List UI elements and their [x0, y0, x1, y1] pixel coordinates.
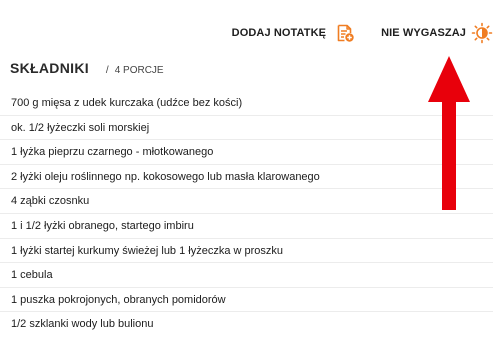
- header-separator: /: [105, 65, 109, 76]
- ingredient-item: 1/2 szklanki wody lub bulionu: [11, 318, 154, 331]
- wake-lock-label: NIE WYGASZAJ: [381, 27, 466, 39]
- ingredients-title: SKŁADNIKI: [10, 60, 89, 76]
- wake-lock-toggle[interactable]: NIE WYGASZAJ: [381, 22, 493, 44]
- ingredient-item: 1 łyżka pieprzu czarnego - młotkowanego: [0, 140, 493, 165]
- top-actions: DODAJ NOTATKĘ NIE WYGASZAJ: [232, 22, 493, 44]
- ingredient-item: 1 i 1/2 łyżki obranego, startego imbiru: [0, 214, 493, 239]
- ingredient-item: ok. 1/2 łyżeczki soli morskiej: [0, 116, 493, 141]
- ingredient-item: 1 cebula: [0, 263, 493, 288]
- ingredient-item: 1 łyżki startej kurkumy świeżej lub 1 ły…: [0, 239, 493, 264]
- ingredients-header: SKŁADNIKI / 4 PORCJE: [10, 60, 493, 78]
- note-add-icon: [337, 24, 354, 42]
- half-sun-icon: [471, 22, 493, 44]
- ingredient-item: 4 ząbki czosnku: [0, 189, 493, 214]
- add-note-button[interactable]: DODAJ NOTATKĘ: [232, 23, 355, 43]
- ingredient-item: 2 łyżki oleju roślinnego np. kokosowego …: [0, 165, 493, 190]
- ingredient-item: 700 g mięsa z udek kurczaka (udźce bez k…: [0, 91, 493, 116]
- ingredient-item: 1 puszka pokrojonych, obranych pomidorów: [0, 288, 493, 313]
- ingredients-list: 700 g mięsa z udek kurczaka (udźce bez k…: [0, 91, 493, 337]
- add-note-label: DODAJ NOTATKĘ: [231, 27, 327, 39]
- portions-count: 4 PORCJE: [114, 65, 164, 76]
